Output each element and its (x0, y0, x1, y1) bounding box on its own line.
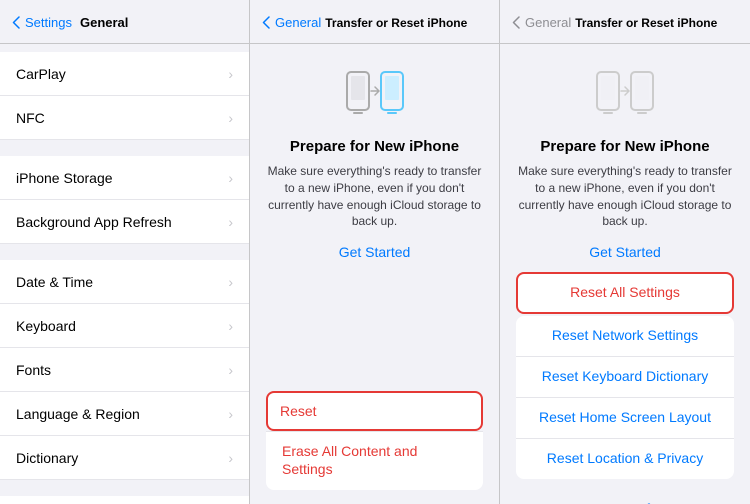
left-section-storage: iPhone Storage › Background App Refresh … (0, 156, 249, 244)
chevron-icon: › (228, 66, 233, 82)
get-started-button[interactable]: Get Started (339, 244, 411, 260)
chevron-icon: › (228, 170, 233, 186)
left-panel: Settings General CarPlay › NFC › iPhone … (0, 0, 250, 504)
chevron-icon: › (228, 110, 233, 126)
sidebar-item-vpn[interactable]: VPN & Device Management › (0, 496, 249, 504)
right-content: Prepare for New iPhone Make sure everyth… (500, 44, 750, 504)
chevron-icon: › (228, 450, 233, 466)
sidebar-item-dictionary[interactable]: Dictionary › (0, 436, 249, 480)
reset-location-button[interactable]: Reset Location & Privacy (516, 439, 734, 479)
left-section-top: CarPlay › NFC › (0, 44, 249, 140)
sidebar-item-nfc[interactable]: NFC › (0, 96, 249, 140)
middle-nav-title: Transfer or Reset iPhone (325, 16, 487, 30)
sidebar-item-language[interactable]: Language & Region › (0, 392, 249, 436)
right-phone-icon (595, 64, 655, 124)
left-nav-title: General (80, 15, 128, 30)
right-back-label: General (525, 15, 571, 30)
reset-label: Reset (280, 403, 317, 419)
phone-transfer-icon (345, 64, 405, 124)
chevron-icon: › (228, 274, 233, 290)
right-nav-bar: General Transfer or Reset iPhone (500, 0, 750, 44)
middle-content: Prepare for New iPhone Make sure everyth… (250, 44, 499, 391)
reset-network-label: Reset Network Settings (552, 327, 698, 343)
middle-prepare-title: Prepare for New iPhone (290, 138, 459, 155)
reset-button[interactable]: Reset (266, 391, 483, 431)
right-nav-title: Transfer or Reset iPhone (575, 16, 738, 30)
chevron-icon: › (228, 362, 233, 378)
right-panel: General Transfer or Reset iPhone Prepare… (500, 0, 750, 504)
middle-prepare-desc: Make sure everything's ready to transfer… (266, 163, 483, 230)
cancel-button[interactable]: Cancel (516, 491, 734, 504)
right-prepare-desc: Make sure everything's ready to transfer… (516, 163, 734, 230)
middle-panel: General Transfer or Reset iPhone Prepare… (250, 0, 500, 504)
sidebar-item-carplay[interactable]: CarPlay › (0, 52, 249, 96)
left-section-settings: Date & Time › Keyboard › Fonts › Languag… (0, 260, 249, 480)
sidebar-item-background-app[interactable]: Background App Refresh › (0, 200, 249, 244)
middle-back-label: General (275, 15, 321, 30)
erase-label: Erase All Content and Settings (282, 443, 417, 477)
left-nav-bar: Settings General (0, 0, 249, 44)
right-nav-back[interactable]: General (512, 15, 571, 30)
chevron-icon: › (228, 318, 233, 334)
middle-nav-bar: General Transfer or Reset iPhone (250, 0, 499, 44)
chevron-icon: › (228, 406, 233, 422)
sidebar-item-keyboard[interactable]: Keyboard › (0, 304, 249, 348)
left-back-label: Settings (25, 15, 72, 30)
sidebar-item-date-time[interactable]: Date & Time › (0, 260, 249, 304)
reset-home-button[interactable]: Reset Home Screen Layout (516, 398, 734, 439)
reset-keyboard-button[interactable]: Reset Keyboard Dictionary (516, 357, 734, 398)
reset-all-settings-button[interactable]: Reset All Settings (516, 272, 734, 314)
erase-button[interactable]: Erase All Content and Settings (266, 431, 483, 490)
right-get-started-button[interactable]: Get Started (589, 244, 661, 260)
reset-keyboard-label: Reset Keyboard Dictionary (542, 368, 709, 384)
left-nav-back[interactable]: Settings (12, 15, 72, 30)
sidebar-item-iphone-storage[interactable]: iPhone Storage › (0, 156, 249, 200)
reset-network-button[interactable]: Reset Network Settings (516, 316, 734, 357)
reset-options-list: Reset Network Settings Reset Keyboard Di… (516, 316, 734, 479)
reset-location-label: Reset Location & Privacy (547, 450, 703, 466)
right-prepare-title: Prepare for New iPhone (540, 138, 709, 155)
reset-all-label: Reset All Settings (570, 284, 680, 300)
sidebar-item-fonts[interactable]: Fonts › (0, 348, 249, 392)
reset-home-label: Reset Home Screen Layout (539, 409, 711, 425)
chevron-icon: › (228, 214, 233, 230)
left-section-vpn: VPN & Device Management › (0, 496, 249, 504)
middle-nav-back[interactable]: General (262, 15, 321, 30)
